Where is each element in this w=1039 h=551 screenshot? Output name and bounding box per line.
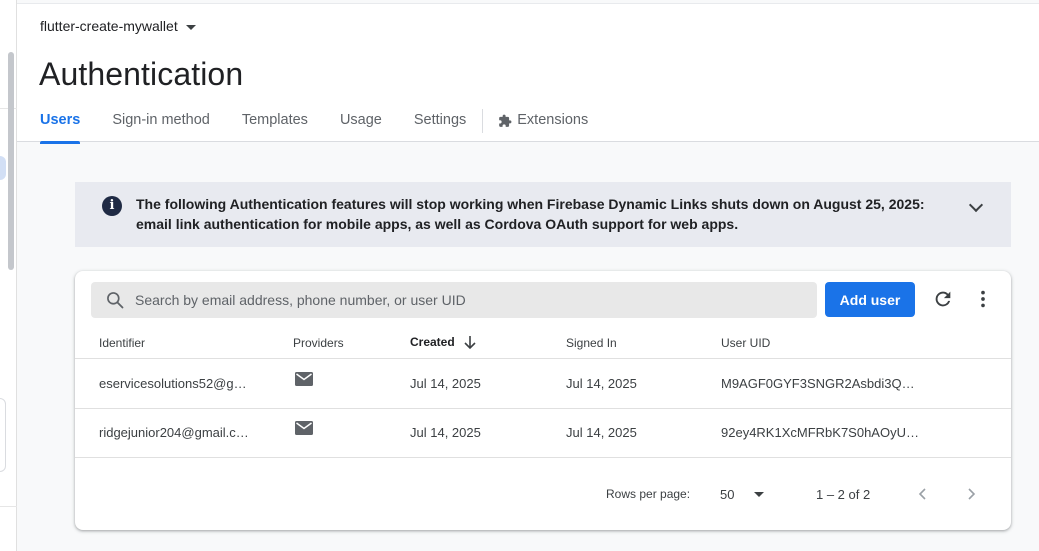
rail-active-indicator (0, 156, 6, 180)
tab-users[interactable]: Users (40, 109, 81, 144)
mail-icon (295, 421, 313, 435)
rail-panel (0, 398, 6, 472)
search-icon (107, 292, 124, 309)
chevron-down-icon (185, 24, 196, 30)
search-input[interactable] (135, 282, 805, 318)
rows-per-page-select[interactable]: 50 (720, 487, 734, 502)
page-title: Authentication (39, 56, 244, 92)
more-vert-icon[interactable] (972, 288, 994, 310)
cell-signed-in: Jul 14, 2025 (566, 425, 637, 440)
info-icon: i (102, 196, 122, 216)
column-header-uid: User UID (721, 336, 771, 350)
mail-icon (295, 372, 313, 386)
rail-scrollbar[interactable] (8, 52, 14, 270)
cell-uid: M9AGF0GYF3SNGR2Asbdi3Q… (721, 376, 915, 391)
cell-uid: 92ey4RK1XcMFRbK7S0hAOyU… (721, 425, 919, 440)
cell-signed-in: Jul 14, 2025 (566, 376, 637, 391)
cell-identifier: eservicesolutions52@g… (99, 376, 247, 391)
cell-identifier: ridgejunior204@gmail.c… (99, 425, 249, 440)
tab-sign-in-method[interactable]: Sign-in method (112, 109, 210, 143)
tab-usage[interactable]: Usage (340, 109, 382, 143)
deprecation-banner: i The following Authentication features … (75, 182, 1011, 247)
puzzle-icon (499, 114, 512, 127)
tab-extensions[interactable]: Extensions (498, 109, 588, 143)
banner-message: The following Authentication features wi… (136, 196, 925, 232)
cell-created: Jul 14, 2025 (410, 425, 481, 440)
cell-created: Jul 14, 2025 (410, 376, 481, 391)
page-range: 1 – 2 of 2 (816, 487, 871, 502)
column-header-created-label: Created (410, 335, 455, 349)
table-row[interactable]: ridgejunior204@gmail.c… Jul 14, 2025 Jul… (75, 409, 1011, 458)
rail-divider (0, 506, 17, 507)
search-bar (91, 282, 817, 318)
tab-extensions-label: Extensions (517, 112, 589, 128)
rows-per-page-label: Rows per page: (606, 487, 691, 501)
pagination-bar: Rows per page: 50 1 – 2 of 2 (75, 481, 1011, 511)
chevron-left-icon[interactable] (917, 486, 929, 502)
column-header-signed-in[interactable]: Signed In (566, 336, 617, 350)
users-table-card: Add user Identifier Providers Created Si… (75, 271, 1011, 530)
column-header-identifier[interactable]: Identifier (99, 336, 145, 350)
project-selector[interactable]: flutter-create-mywallet (40, 18, 196, 34)
tab-settings[interactable]: Settings (414, 109, 466, 143)
tab-separator (482, 109, 484, 133)
tab-templates[interactable]: Templates (242, 109, 308, 143)
table-header: Identifier Providers Created Signed In U… (75, 327, 1011, 359)
arrow-down-icon (464, 336, 476, 350)
chevron-right-icon[interactable] (965, 486, 977, 502)
column-header-providers: Providers (293, 336, 344, 350)
refresh-icon[interactable] (932, 288, 954, 310)
left-rail (0, 0, 17, 551)
column-header-created[interactable]: Created (410, 334, 477, 350)
add-user-button[interactable]: Add user (825, 282, 915, 317)
page-header: flutter-create-mywallet Authentication U… (17, 3, 1039, 144)
chevron-down-icon[interactable] (968, 197, 984, 213)
tab-bar: Users Sign-in method Templates Usage Set… (40, 109, 620, 144)
chevron-down-icon[interactable] (754, 492, 764, 497)
project-name: flutter-create-mywallet (40, 18, 178, 34)
table-row[interactable]: eservicesolutions52@g… Jul 14, 2025 Jul … (75, 360, 1011, 409)
